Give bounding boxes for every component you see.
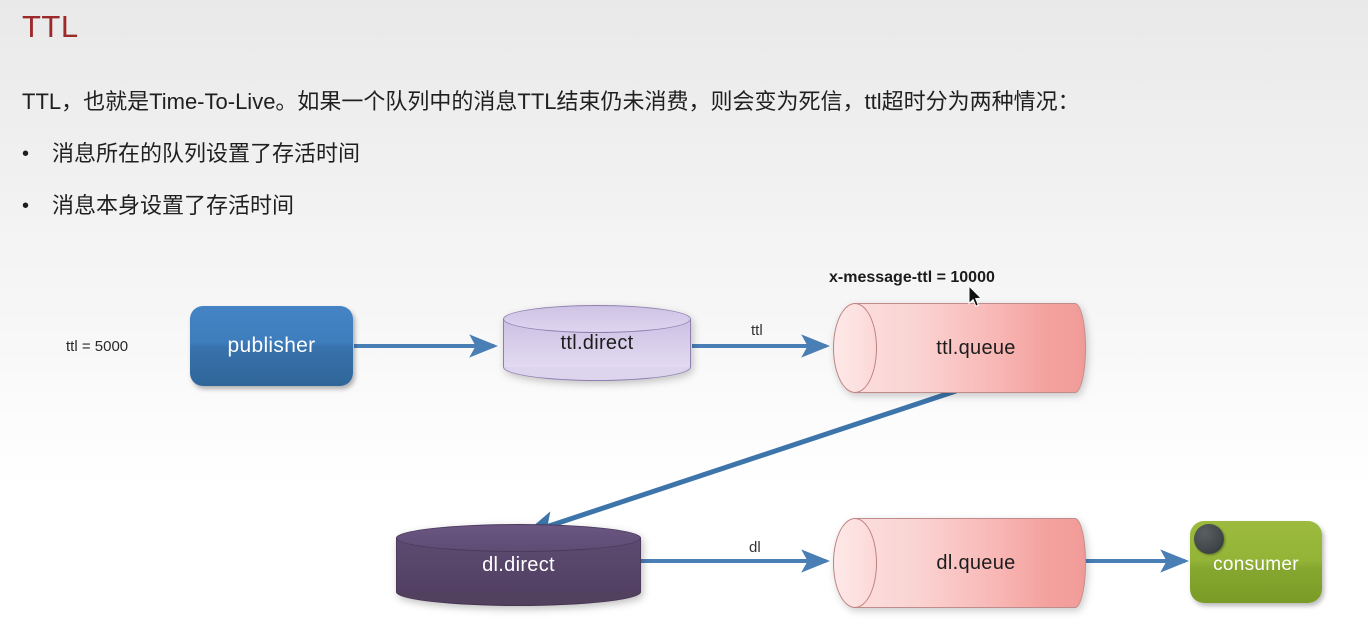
node-dl-direct-label: dl.direct	[482, 553, 555, 576]
node-consumer-label: consumer	[1213, 554, 1299, 575]
node-publisher-label: publisher	[227, 334, 316, 357]
arrow-ttl-queue-to-dl-direct	[523, 388, 957, 537]
node-ttl-queue-label: ttl.queue	[936, 336, 1016, 359]
consumer-badge-icon	[1194, 524, 1224, 554]
x-message-ttl-label: x-message-ttl = 10000	[829, 269, 995, 286]
node-publisher[interactable]: publisher	[190, 306, 353, 386]
edge-label-dl: dl	[749, 539, 761, 556]
ttl-setting-label: ttl = 5000	[66, 338, 129, 355]
ttl-flow-diagram: ttl = 5000 x-message-ttl = 10000 ttl dl …	[0, 0, 1368, 624]
cylinder-left-cap	[833, 303, 877, 393]
node-ttl-direct-label: ttl.direct	[560, 331, 634, 354]
node-ttl-queue[interactable]: ttl.queue	[833, 303, 1086, 393]
slide-canvas: TTL TTL，也就是Time-To-Live。如果一个队列中的消息TTL结束仍…	[0, 0, 1368, 624]
node-consumer[interactable]: consumer	[1190, 521, 1322, 603]
node-ttl-direct[interactable]: ttl.direct	[503, 305, 691, 381]
node-dl-direct[interactable]: dl.direct	[396, 524, 641, 606]
edge-label-ttl: ttl	[751, 322, 763, 339]
cylinder-left-cap	[833, 518, 877, 608]
node-dl-queue-label: dl.queue	[936, 551, 1016, 574]
node-dl-queue[interactable]: dl.queue	[833, 518, 1086, 608]
